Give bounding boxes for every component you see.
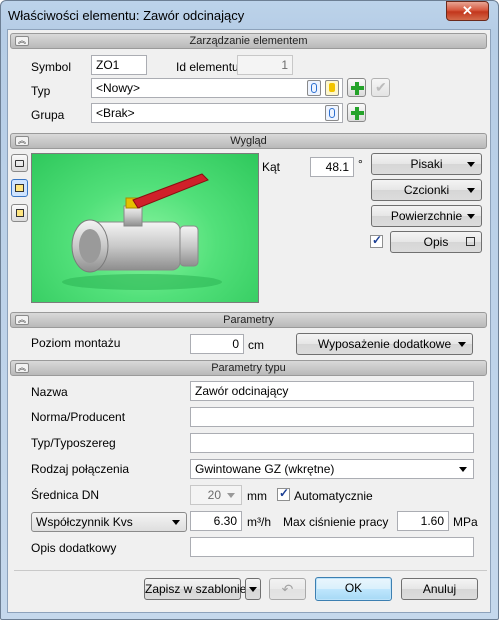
angle-unit: ° [358,157,363,171]
ok-button[interactable]: OK [315,577,392,601]
surfaces-button[interactable]: Powierzchnie [371,205,482,227]
check-icon: ✓ [372,233,383,247]
name-label: Nazwa [31,385,68,399]
group-value: <Brak> [96,106,135,120]
type-edit-icon[interactable] [325,80,339,96]
diameter-unit: mm [247,489,267,503]
pens-button[interactable]: Pisaki [371,153,482,175]
max-pressure-unit: MPa [453,515,478,529]
folder-icon [15,184,24,192]
valve-preview-image [31,153,259,303]
section-title: Parametry typu [211,362,286,374]
automatic-label: Automatycznie [294,489,373,503]
window-title: Właściwości elementu: Zawór odcinający [8,8,245,23]
camera-view-button[interactable] [11,154,28,172]
group-label: Grupa [31,108,65,122]
check-icon: ✓ [279,486,290,500]
footer-divider [14,570,487,571]
dropdown-arrow-icon [467,214,475,219]
max-pressure-input[interactable]: 1.60 [397,511,449,531]
confirm-type-button[interactable]: ✔ [371,78,390,97]
connection-label: Rodzaj połączenia [31,462,130,476]
element-id-input: 1 [237,55,293,75]
save-template-button[interactable]: Zapisz w szablonie [144,578,246,600]
series-input[interactable] [190,433,474,453]
kvs-select[interactable]: Współczynnik Kvs [31,512,187,532]
description-checkbox[interactable]: ✓ [370,233,383,248]
dropdown-arrow-icon [458,342,466,347]
standard-label: Norma/Producent [31,410,126,424]
add-type-button[interactable] [347,78,366,97]
section-type-parameters-header[interactable]: ︽ Parametry typu [10,360,487,376]
fonts-button-label: Czcionki [403,183,450,197]
extra-equipment-label: Wyposażenie dodatkowe [317,337,452,351]
diameter-select: 20 [190,485,242,505]
camera-icon [15,160,24,167]
symbol-input[interactable]: ZO1 [91,55,147,75]
dropdown-arrow-icon [227,493,235,498]
valve-icon [62,173,222,290]
type-browse-icon[interactable] [307,80,321,96]
group-field[interactable]: <Brak> [91,103,343,123]
mount-level-unit: cm [248,338,264,352]
pens-button-label: Pisaki [410,157,443,171]
section-parameters-header[interactable]: ︽ Parametry [10,312,487,328]
mount-level-label: Poziom montażu [31,336,121,350]
dropdown-arrow-icon [249,587,257,592]
mount-level-input[interactable]: 0 [190,334,244,354]
close-button[interactable]: ✕ [446,1,489,21]
3d-view-button[interactable] [11,204,28,222]
type-field[interactable]: <Nowy> [91,78,343,98]
extra-description-label: Opis dodatkowy [31,541,117,555]
type-value: <Nowy> [96,81,141,95]
cube-icon [16,209,24,217]
max-pressure-label: Max ciśnienie pracy [283,515,389,529]
angle-input[interactable]: 48.1 [310,157,354,177]
diameter-value: 20 [207,488,221,502]
section-title: Parametry [223,314,274,326]
add-group-button[interactable] [347,103,366,122]
kvs-input[interactable]: 6.30 [190,511,242,531]
angle-label: Kąt [262,160,281,174]
undo-button[interactable]: ↶ [269,578,306,600]
kvs-select-value: Współczynnik Kvs [36,515,133,529]
save-template-dropdown[interactable] [245,578,261,600]
2d-view-button[interactable] [11,179,28,197]
fonts-button[interactable]: Czcionki [371,179,482,201]
standard-input[interactable] [190,407,474,427]
open-window-icon [466,237,475,246]
dropdown-arrow-icon [467,188,475,193]
symbol-label: Symbol [31,60,72,74]
name-input[interactable]: Zawór odcinający [190,381,474,401]
connection-value: Gwintowane GZ (wkrętne) [195,462,335,476]
diameter-label: Średnica DN [31,488,100,502]
section-management-header[interactable]: ︽ Zarządzanie elementem [10,33,487,49]
extra-equipment-button[interactable]: Wyposażenie dodatkowe [296,333,473,355]
section-appearance-header[interactable]: ︽ Wygląd [10,133,487,149]
extra-description-input[interactable] [190,537,474,557]
kvs-unit: m³/h [247,515,271,529]
check-icon: ✔ [375,79,387,95]
group-browse-icon[interactable] [325,105,339,121]
undo-icon: ↶ [281,581,294,597]
series-label: Typ/Typoszereg [31,436,116,450]
element-id-label: Id elementu [176,60,239,74]
type-label: Typ [31,84,51,98]
section-title: Zarządzanie elementem [189,35,308,47]
section-title: Wygląd [230,135,267,147]
surfaces-button-label: Powierzchnie [390,209,463,223]
description-button[interactable]: Opis [390,231,482,253]
automatic-checkbox[interactable]: ✓ [277,486,290,501]
dropdown-arrow-icon [467,162,475,167]
connection-select[interactable]: Gwintowane GZ (wkrętne) [190,459,474,479]
cancel-button[interactable]: Anuluj [401,578,478,600]
dropdown-arrow-icon [459,467,467,472]
dropdown-arrow-icon [172,520,180,525]
description-button-label: Opis [423,235,449,249]
